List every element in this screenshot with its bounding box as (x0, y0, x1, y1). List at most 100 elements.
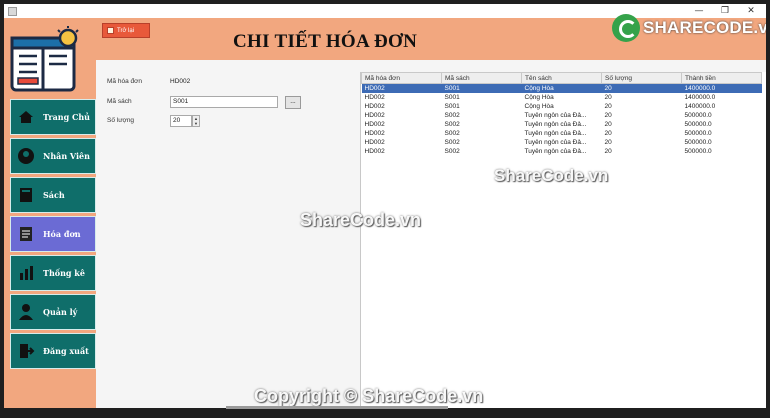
table-row[interactable]: HD002 S002 Tuyên ngôn của Đả... 20 500000.0 (362, 138, 762, 147)
home-icon (19, 111, 33, 123)
sidebar-item-books[interactable]: Sách (10, 177, 96, 213)
column-header-invoice-id[interactable]: Mã hóa đơn (361, 72, 442, 84)
book-id-field[interactable]: S001 (170, 96, 278, 108)
sidebar-item-statistics[interactable]: Thống kê (10, 255, 96, 291)
table-cell: 20 (604, 102, 612, 110)
sidebar-item-employee[interactable]: Nhân Viên (10, 138, 96, 174)
column-header-book-name[interactable]: Tên sách (521, 72, 602, 84)
invoice-detail-form: Mã hóa đơn HD002 Mã sách S001 ... Số lượ… (96, 60, 360, 408)
sidebar-item-label: Đăng xuất (43, 346, 89, 356)
table-cell: Tuyên ngôn của Đả... (524, 111, 587, 119)
sidebar-item-label: Nhân Viên (43, 151, 90, 161)
table-cell: 20 (604, 129, 612, 137)
table-cell: Cộng Hòa (521, 83, 602, 93)
table-cell: 1400000.0 (684, 102, 716, 110)
table-cell: HD002 (361, 83, 442, 93)
sidebar-item-label: Sách (43, 190, 65, 200)
sharecode-logo-icon (612, 14, 640, 42)
column-header-quantity[interactable]: Số lượng (601, 72, 682, 84)
table-cell: S001 (441, 83, 522, 93)
table-cell: HD002 (364, 102, 385, 110)
table-cell: Cộng Hòa (524, 93, 554, 101)
table-header-row: Mã hóa đơn Mã sách Tên sách Số lượng Thà… (361, 72, 762, 84)
watermark-footer: Copyright © ShareCode.vn (254, 386, 484, 406)
table-row[interactable]: HD002 S001 Cộng Hòa 20 1400000.0 (362, 102, 762, 111)
sidebar-item-invoices[interactable]: Hóa đơn (10, 216, 96, 252)
table-cell: S002 (444, 129, 460, 137)
app-icon (8, 6, 17, 16)
invoice-id-label: Mã hóa đơn (107, 78, 142, 85)
table-cell: HD002 (364, 93, 385, 101)
table-cell: HD002 (364, 147, 385, 155)
employee-icon (18, 148, 34, 164)
table-cell: 500000.0 (684, 147, 712, 155)
table-cell: 500000.0 (684, 120, 712, 128)
table-cell: 20 (601, 83, 682, 93)
table-cell: HD002 (364, 111, 385, 119)
table-cell: 20 (604, 111, 612, 119)
table-cell: HD002 (364, 138, 385, 146)
table-cell: 500000.0 (684, 138, 712, 146)
browse-book-button[interactable]: ... (285, 96, 301, 109)
statistics-icon (20, 266, 33, 280)
table-cell: 20 (604, 147, 612, 155)
book-icon (20, 188, 32, 202)
table-cell: Cộng Hòa (524, 102, 554, 110)
table-row[interactable]: HD002 S002 Tuyên ngôn của Đả... 20 500000.0 (362, 129, 762, 138)
table-row[interactable]: HD002 S002 Tuyên ngôn của Đả... 20 500000.0 (362, 120, 762, 129)
watermark-center: ShareCode.vn (300, 210, 422, 230)
watermark-table: ShareCode.vn (494, 166, 609, 185)
manager-icon (19, 304, 33, 320)
table-cell: S001 (444, 102, 460, 110)
book-id-label: Mã sách (107, 98, 132, 105)
sidebar-item-label: Quản lý (43, 307, 78, 317)
sidebar-item-label: Trang Chủ (43, 112, 90, 122)
app-window: — ❐ ✕ Trở lại CHI TIẾT HÓA ĐƠN Trang Chủ… (4, 4, 766, 408)
table-cell: 20 (604, 93, 612, 101)
quantity-stepper[interactable]: 20 (170, 115, 192, 127)
sharecode-logo-text: SHARECODE.vn (643, 18, 766, 37)
logout-icon (20, 344, 35, 358)
column-header-total[interactable]: Thành tiền (681, 72, 762, 84)
table-cell: S002 (444, 120, 460, 128)
sidebar-item-label: Hóa đơn (43, 229, 81, 239)
table-row[interactable]: HD002 S002 Tuyên ngôn của Đả... 20 500000.0 (362, 111, 762, 120)
table-cell: 20 (604, 120, 612, 128)
table-cell: Tuyên ngôn của Đả... (524, 120, 587, 128)
table-row[interactable]: HD002 S002 Tuyên ngôn của Đả... 20 500000.0 (362, 147, 762, 156)
sidebar-item-manager[interactable]: Quản lý (10, 294, 96, 330)
sharecode-logo: SHARECODE.vn (612, 14, 766, 42)
table-cell: 1400000.0 (681, 83, 762, 93)
back-button-label: Trở lại (117, 27, 135, 34)
table-cell: S002 (444, 147, 460, 155)
back-button[interactable]: Trở lại (102, 23, 150, 38)
table-cell: 1400000.0 (684, 93, 716, 101)
table-row[interactable]: HD002 S001 Cộng Hòa 20 1400000.0 (361, 83, 762, 93)
sidebar-item-label: Thống kê (43, 268, 85, 278)
table-cell: 500000.0 (684, 111, 712, 119)
table-row[interactable]: HD002 S001 Cộng Hòa 20 1400000.0 (362, 93, 762, 102)
table-cell: Tuyên ngôn của Đả... (524, 129, 587, 137)
table-cell: 20 (604, 138, 612, 146)
table-cell: S001 (444, 93, 460, 101)
column-header-book-id[interactable]: Mã sách (441, 72, 522, 84)
sidebar-item-home[interactable]: Trang Chủ (10, 99, 96, 135)
back-icon (107, 27, 114, 34)
table-cell: Tuyên ngôn của Đả... (524, 147, 587, 155)
page-title: CHI TIẾT HÓA ĐƠN (233, 31, 418, 52)
table-cell: S002 (444, 138, 460, 146)
invoice-logo-icon (10, 26, 79, 92)
table-cell: HD002 (364, 120, 385, 128)
sidebar: Trang Chủ Nhân Viên Sách Hóa đơn Thống k… (4, 18, 96, 408)
table-cell: S002 (444, 111, 460, 119)
quantity-label: Số lượng (107, 117, 135, 124)
invoice-detail-table[interactable]: Mã hóa đơn Mã sách Tên sách Số lượng Thà… (360, 72, 766, 408)
table-cell: Tuyên ngôn của Đả... (524, 138, 587, 146)
sidebar-item-logout[interactable]: Đăng xuất (10, 333, 96, 369)
quantity-spin-arrows-icon[interactable]: ▲ ▼ (192, 115, 200, 127)
horizontal-scrollbar[interactable] (226, 406, 448, 409)
table-cell: 500000.0 (684, 129, 712, 137)
invoice-icon (20, 227, 32, 241)
table-cell: HD002 (364, 129, 385, 137)
invoice-id-value: HD002 (170, 78, 191, 85)
